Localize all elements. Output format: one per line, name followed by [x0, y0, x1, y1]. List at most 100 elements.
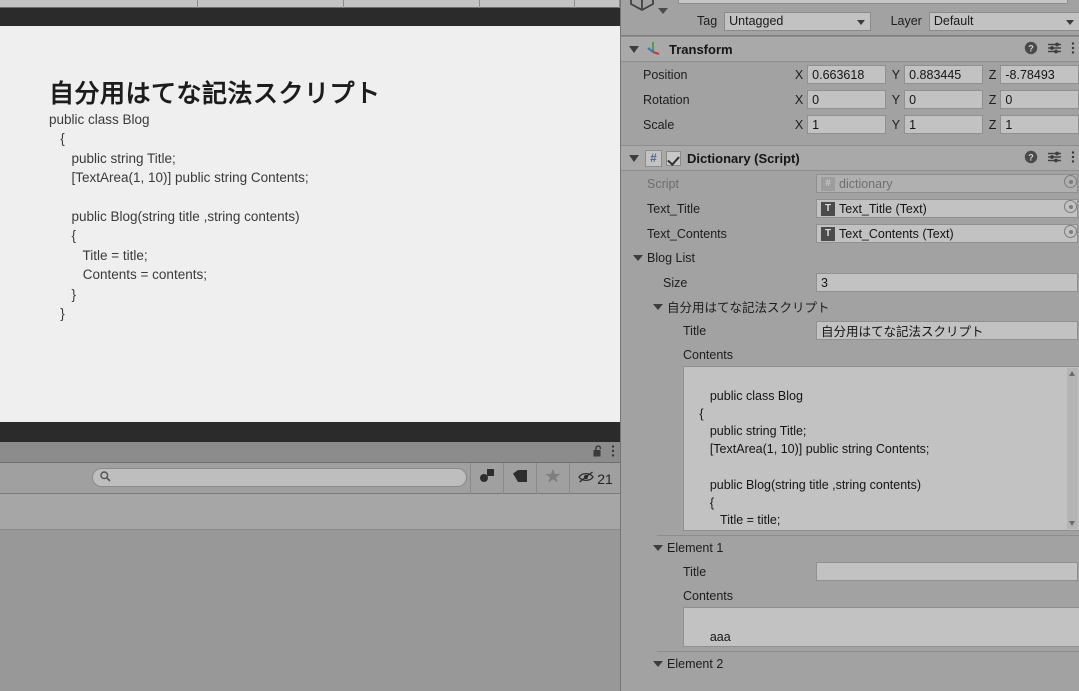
rotation-x-field[interactable]: 0	[807, 90, 886, 109]
scale-y-value: 1	[909, 117, 917, 132]
element-foldout-arrow-icon[interactable]	[653, 303, 663, 310]
blog-element-1-header: Element 1	[667, 540, 724, 555]
transform-rotation-label: Rotation	[643, 92, 690, 107]
element-1-title-label: Title	[683, 564, 707, 579]
text-contents-label: Text_Contents	[647, 226, 727, 241]
object-picker-icon[interactable]	[1064, 225, 1077, 238]
axis-label-x: X	[794, 92, 804, 107]
game-view[interactable]: 自分用はてな記法スクリプト public class Blog { public…	[0, 26, 620, 422]
position-z-field[interactable]: -8.78493	[1000, 65, 1079, 84]
help-icon[interactable]: ?	[1024, 150, 1038, 169]
scale-z-field[interactable]: 1	[1000, 115, 1079, 134]
object-picker-icon[interactable]	[1064, 200, 1077, 213]
hidden-items-count[interactable]: 21	[569, 463, 621, 494]
game-view-toolbar[interactable]	[0, 8, 620, 26]
chevron-down-icon	[856, 19, 865, 25]
kebab-menu-icon[interactable]	[1071, 150, 1075, 169]
panel-divider-bar	[0, 422, 620, 442]
text-title-value: Text_Title (Text)	[839, 201, 927, 216]
project-content-area[interactable]	[0, 530, 620, 691]
dictionary-row-script: Script # dictionary	[621, 171, 1079, 196]
scale-x-field[interactable]: 1	[807, 115, 886, 134]
layer-dropdown[interactable]: Default	[928, 11, 1079, 31]
dictionary-enabled-checkbox[interactable]	[666, 150, 681, 166]
preset-icon[interactable]	[1047, 41, 1062, 60]
kebab-menu-icon[interactable]	[611, 444, 615, 463]
scale-y-field[interactable]: 1	[904, 115, 983, 134]
element-0-title-value: 自分用はてな記法スクリプト	[821, 325, 984, 339]
object-name-field[interactable]	[678, 0, 1068, 4]
element-foldout-arrow-icon[interactable]	[653, 660, 663, 667]
filter-by-label-button[interactable]	[503, 463, 536, 494]
unlocked-padlock-icon[interactable]	[593, 444, 604, 463]
element-1-title-field[interactable]	[816, 562, 1078, 581]
cs-script-icon: #	[821, 176, 835, 191]
scroll-up-arrow-icon[interactable]	[1069, 371, 1075, 376]
tab-slot-1[interactable]	[0, 0, 198, 8]
tab-slot-3[interactable]	[344, 0, 480, 8]
element-0-contents-value: public class Blog { public string Title;…	[699, 388, 930, 528]
scale-z-value: 1	[1005, 117, 1013, 132]
help-icon[interactable]: ?	[1024, 41, 1038, 60]
kebab-menu-icon[interactable]	[1071, 41, 1075, 60]
project-search-toolbar[interactable]: 21	[0, 463, 620, 494]
blog-element-2-foldout[interactable]: Element 2	[621, 652, 1079, 675]
blog-list-foldout-arrow-icon[interactable]	[633, 255, 643, 261]
window-tab-strip[interactable]	[0, 0, 620, 8]
axis-label-z: Z	[988, 67, 997, 82]
position-x-field[interactable]: 0.663618	[807, 65, 886, 84]
dictionary-component-header[interactable]: # Dictionary (Script) ?	[621, 145, 1079, 171]
transform-foldout-arrow-icon[interactable]	[629, 45, 639, 53]
blog-element-1-contents-label-row: Contents	[621, 584, 1079, 607]
transform-position-label: Position	[643, 67, 688, 82]
element-0-title-field[interactable]: 自分用はてな記法スクリプト	[816, 321, 1078, 340]
text-contents-object-field[interactable]: T Text_Contents (Text)	[816, 224, 1078, 243]
blog-list-size-field[interactable]: 3	[816, 273, 1078, 292]
transform-scale-label: Scale	[643, 117, 675, 132]
dictionary-component-title: Dictionary (Script)	[687, 150, 800, 166]
rotation-x-value: 0	[812, 92, 820, 107]
transform-component-header[interactable]: Transform ?	[621, 36, 1079, 62]
element-foldout-arrow-icon[interactable]	[653, 544, 663, 551]
tab-slot-2[interactable]	[198, 0, 344, 8]
svg-text:?: ?	[1028, 43, 1034, 53]
project-filter-buttons[interactable]: 21	[470, 463, 621, 494]
element-1-contents-textarea[interactable]: aaa	[683, 607, 1079, 647]
text-component-icon: T	[821, 226, 835, 241]
project-breadcrumb-strip	[0, 494, 620, 530]
layer-value: Default	[933, 14, 974, 28]
rotation-z-field[interactable]: 0	[1000, 90, 1079, 109]
position-z-value: -8.78493	[1005, 67, 1055, 82]
position-x-value: 0.663618	[812, 67, 865, 82]
blog-element-0-foldout[interactable]: 自分用はてな記法スクリプト	[621, 295, 1079, 318]
preset-icon[interactable]	[1047, 150, 1062, 169]
dictionary-foldout-arrow-icon[interactable]	[629, 154, 639, 162]
axis-label-y: Y	[891, 92, 901, 107]
blog-list-label: Blog List	[647, 251, 695, 265]
tab-slot-4[interactable]	[480, 0, 575, 8]
transform-component-title: Transform	[669, 41, 733, 57]
axis-label-z: Z	[988, 117, 997, 132]
tab-slot-5[interactable]	[575, 0, 620, 8]
tag-dropdown[interactable]: Untagged	[724, 11, 871, 31]
page-title: 自分用はてな記法スクリプト	[49, 80, 381, 108]
blog-element-1-foldout[interactable]: Element 1	[621, 536, 1079, 559]
chevron-down-icon	[1066, 19, 1074, 25]
axis-label-x: X	[794, 67, 804, 82]
position-y-field[interactable]: 0.883445	[904, 65, 983, 84]
inspector-object-header: Tag Untagged Layer Default	[621, 0, 1079, 36]
text-contents-value: Text_Contents (Text)	[839, 226, 954, 241]
rotation-y-field[interactable]: 0	[904, 90, 983, 109]
filter-by-type-button[interactable]	[470, 463, 503, 494]
blog-list-foldout[interactable]: Blog List	[621, 246, 1079, 270]
element-0-contents-textarea[interactable]: public class Blog { public string Title;…	[683, 366, 1079, 531]
search-input[interactable]	[111, 471, 466, 484]
search-field-wrapper[interactable]	[92, 468, 467, 487]
scroll-down-arrow-icon[interactable]	[1069, 521, 1075, 526]
textarea-scrollbar[interactable]	[1067, 368, 1078, 529]
filter-favorites-button[interactable]	[536, 463, 569, 494]
component-gap	[621, 137, 1079, 145]
text-title-object-field[interactable]: T Text_Title (Text)	[816, 199, 1078, 218]
inspector-panel: Tag Untagged Layer Default Transform ? P…	[620, 0, 1079, 691]
svg-text:?: ?	[1028, 152, 1034, 162]
